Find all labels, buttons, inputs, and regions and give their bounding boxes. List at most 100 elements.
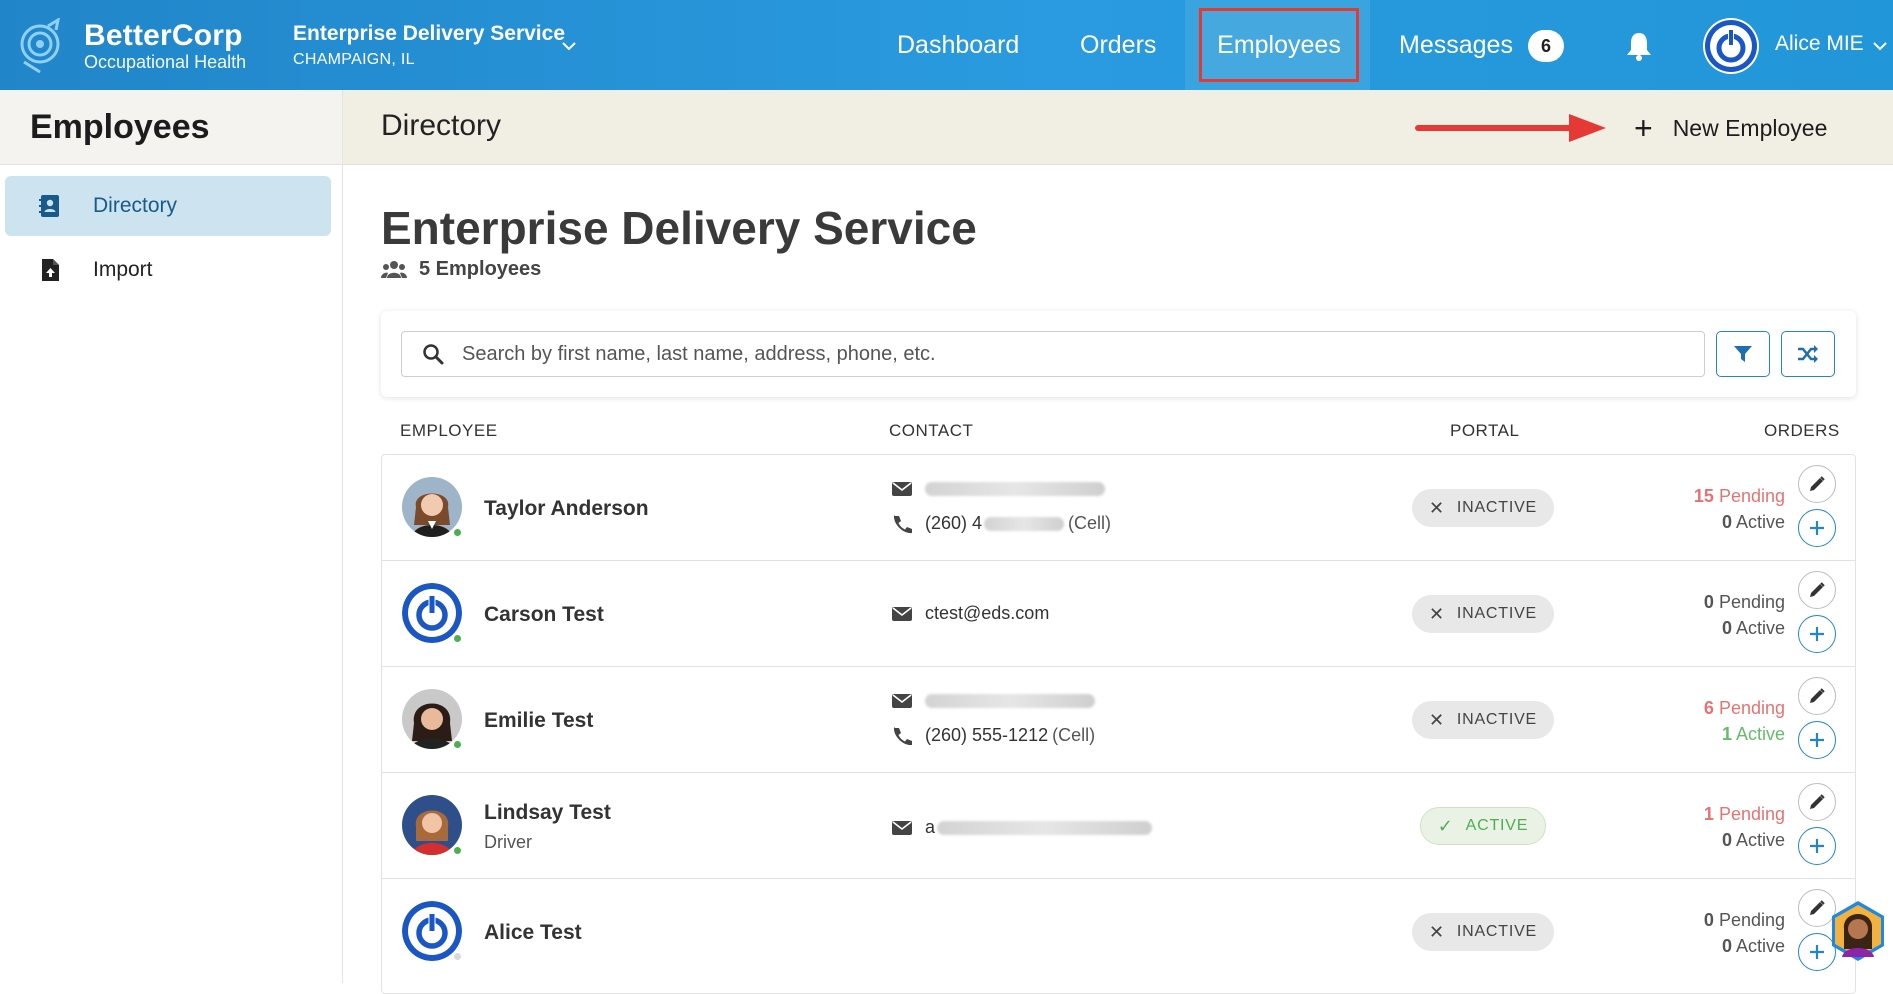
order-summary: 1 Pending 0 Active <box>1704 801 1785 853</box>
messages-count-badge: 6 <box>1528 30 1564 62</box>
table-row[interactable]: Alice Test ✕ INACTIVE 0 Pending 0 Active <box>382 879 1855 985</box>
bell-icon[interactable] <box>1625 31 1653 61</box>
portal-status-badge: ✓ ACTIVE <box>1420 807 1546 845</box>
filter-icon <box>1734 346 1752 362</box>
pencil-icon <box>1810 900 1825 915</box>
pending-label: Pending <box>1718 698 1785 718</box>
active-label: Active <box>1735 936 1785 956</box>
power-logo-icon <box>1705 20 1757 72</box>
order-summary: 0 Pending 0 Active <box>1704 907 1785 959</box>
column-header-employee[interactable]: EMPLOYEE <box>400 421 498 441</box>
x-icon: ✕ <box>1428 603 1445 624</box>
nav-messages[interactable]: Messages <box>1399 0 1513 90</box>
edit-employee-button[interactable] <box>1798 783 1836 821</box>
phone-number: (260) 555-1212 <box>925 725 1049 745</box>
active-count: 0 <box>1721 512 1732 532</box>
edit-employee-button[interactable] <box>1798 465 1836 503</box>
brand-subtitle: Occupational Health <box>84 52 247 72</box>
user-avatar[interactable] <box>1703 18 1759 74</box>
user-name[interactable]: Alice MIE <box>1775 32 1864 56</box>
new-employee-button[interactable]: + New Employee <box>1634 110 1827 146</box>
x-icon: ✕ <box>1428 921 1445 942</box>
employee-count-text: 5 Employees <box>419 258 542 280</box>
top-navigation-bar: BetterCorp Occupational Health Enterpris… <box>0 0 1893 90</box>
contact-email: ctest@eds.com <box>891 603 1049 624</box>
add-order-button[interactable] <box>1798 615 1836 653</box>
active-label: Active <box>1735 830 1785 850</box>
filter-button[interactable] <box>1716 331 1770 377</box>
portal-status-label: ACTIVE <box>1465 817 1529 834</box>
check-icon: ✓ <box>1437 815 1454 836</box>
search-card <box>381 311 1856 397</box>
sidebar-item-directory[interactable]: Directory <box>5 176 331 236</box>
redacted-email <box>925 694 1095 708</box>
add-order-button[interactable] <box>1798 827 1836 865</box>
chevron-down-icon[interactable] <box>561 38 577 54</box>
search-input[interactable] <box>462 342 1704 366</box>
pending-label: Pending <box>1718 486 1785 506</box>
column-header-contact[interactable]: CONTACT <box>889 421 973 441</box>
shuffle-icon <box>1798 345 1818 363</box>
company-heading: Enterprise Delivery Service <box>381 202 977 254</box>
active-count: 0 <box>1721 936 1732 956</box>
pending-label: Pending <box>1718 804 1785 824</box>
pending-label: Pending <box>1718 592 1785 612</box>
contact-book-icon <box>39 195 59 217</box>
assistant-chat-avatar[interactable] <box>1826 899 1890 963</box>
employee-name[interactable]: Taylor Anderson <box>484 497 649 521</box>
plus-icon <box>1810 839 1824 853</box>
table-row[interactable]: Taylor Anderson (260) 4 (Cell) ✕ INACTIVE… <box>382 455 1855 561</box>
redacted-phone <box>984 516 1065 531</box>
sidebar-item-import[interactable]: Import <box>5 240 331 300</box>
add-order-button[interactable] <box>1798 509 1836 547</box>
x-icon: ✕ <box>1428 497 1445 518</box>
brand[interactable]: BetterCorp Occupational Health <box>84 20 247 73</box>
employee-name[interactable]: Alice Test <box>484 921 582 945</box>
organization-location: CHAMPAIGN, IL <box>293 51 415 68</box>
phone-icon <box>893 726 912 745</box>
plus-icon <box>1810 945 1824 959</box>
online-status-dot <box>452 739 463 750</box>
shuffle-button[interactable] <box>1781 331 1835 377</box>
contact-email <box>891 691 1095 711</box>
search-icon <box>423 344 444 365</box>
add-order-button[interactable] <box>1798 721 1836 759</box>
edit-employee-button[interactable] <box>1798 677 1836 715</box>
table-row[interactable]: Carson Test ctest@eds.com ✕ INACTIVE 0 Pe… <box>382 561 1855 667</box>
employee-name[interactable]: Lindsay Test <box>484 801 611 825</box>
nav-employees[interactable]: Employees <box>1199 8 1359 82</box>
online-status-dot <box>452 845 463 856</box>
table-row[interactable]: Emilie Test (260) 555-1212 (Cell) ✕ INACT… <box>382 667 1855 773</box>
employee-name[interactable]: Carson Test <box>484 603 604 627</box>
nav-orders[interactable]: Orders <box>1080 0 1156 90</box>
organization-switcher[interactable]: Enterprise Delivery Service CHAMPAIGN, I… <box>293 22 565 69</box>
online-status-dot <box>452 633 463 644</box>
pending-count: 0 <box>1703 910 1714 930</box>
column-header-orders[interactable]: ORDERS <box>1764 421 1840 441</box>
column-header-portal[interactable]: PORTAL <box>1450 421 1519 441</box>
portal-status-label: INACTIVE <box>1456 605 1538 622</box>
contact-phone: (260) 555-1212 (Cell) <box>891 725 1095 746</box>
table-row[interactable]: Lindsay Test Driver a ✓ ACTIVE 1 Pending … <box>382 773 1855 879</box>
search-box[interactable] <box>401 331 1705 377</box>
pending-count: 6 <box>1703 698 1714 718</box>
portal-status-badge: ✕ INACTIVE <box>1412 913 1554 951</box>
employee-name[interactable]: Emilie Test <box>484 709 593 733</box>
contact-email: a <box>891 817 1153 838</box>
sidebar-item-label: Import <box>93 258 153 281</box>
contact-phone: (260) 4 (Cell) <box>891 513 1111 534</box>
phone-number: (260) 4 <box>925 513 983 533</box>
email-address[interactable]: ctest@eds.com <box>925 603 1049 624</box>
pencil-icon <box>1810 582 1825 597</box>
plus-icon: + <box>1634 110 1653 146</box>
edit-employee-button[interactable] <box>1798 571 1836 609</box>
plus-icon <box>1810 521 1824 535</box>
portal-status-label: INACTIVE <box>1456 923 1538 940</box>
chevron-down-icon[interactable] <box>1872 38 1888 54</box>
nav-dashboard[interactable]: Dashboard <box>897 0 1019 90</box>
pending-count: 1 <box>1703 804 1714 824</box>
x-icon: ✕ <box>1428 709 1445 730</box>
order-summary: 6 Pending 1 Active <box>1704 695 1785 747</box>
pencil-icon <box>1810 688 1825 703</box>
page-title: Directory <box>381 109 502 142</box>
